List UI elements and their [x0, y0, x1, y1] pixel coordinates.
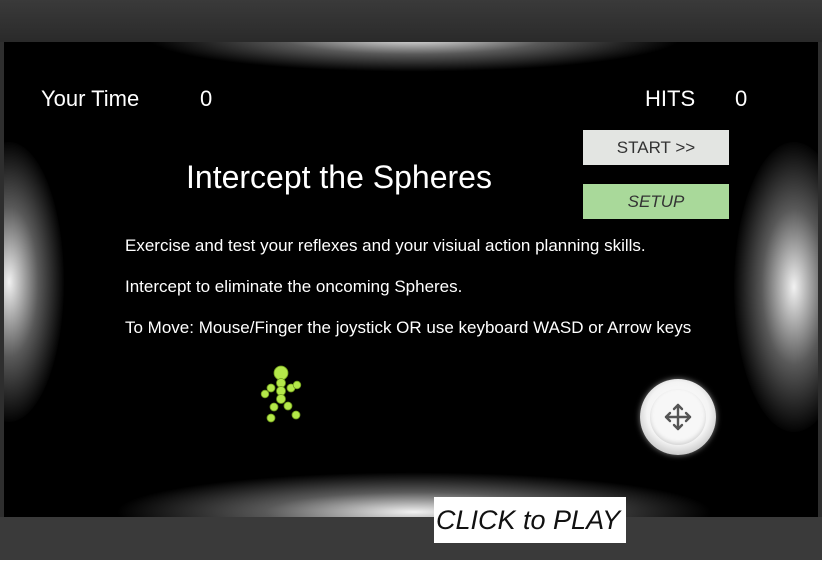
description-line-3: To Move: Mouse/Finger the joystick OR us…: [125, 318, 692, 337]
game-frame: Your Time 0 HITS 0 Intercept the Spheres…: [0, 0, 822, 560]
top-light-glow: [144, 42, 684, 72]
game-title: Intercept the Spheres: [186, 159, 492, 195]
hits-value: 0: [735, 86, 748, 111]
setup-button[interactable]: SETUP: [583, 184, 729, 219]
bottom-bar: [0, 517, 822, 560]
description-line-2: Intercept to eliminate the oncoming Sphe…: [125, 277, 463, 296]
time-label: Your Time: [41, 86, 140, 111]
hits-label: HITS: [645, 86, 696, 111]
start-button[interactable]: START >>: [583, 130, 729, 165]
click-to-play-button[interactable]: CLICK to PLAY: [434, 497, 626, 543]
stick-figure-icon: [260, 365, 302, 423]
time-value: 0: [200, 86, 213, 111]
description-line-1: Exercise and test your reflexes and your…: [125, 236, 646, 255]
top-bar: [0, 0, 822, 42]
left-light-glow: [4, 142, 64, 422]
move-arrows-icon: [664, 403, 692, 431]
joystick-knob[interactable]: [650, 389, 706, 445]
joystick[interactable]: [640, 379, 716, 455]
right-light-glow: [734, 142, 818, 432]
game-stage[interactable]: Your Time 0 HITS 0 Intercept the Spheres…: [4, 42, 818, 517]
